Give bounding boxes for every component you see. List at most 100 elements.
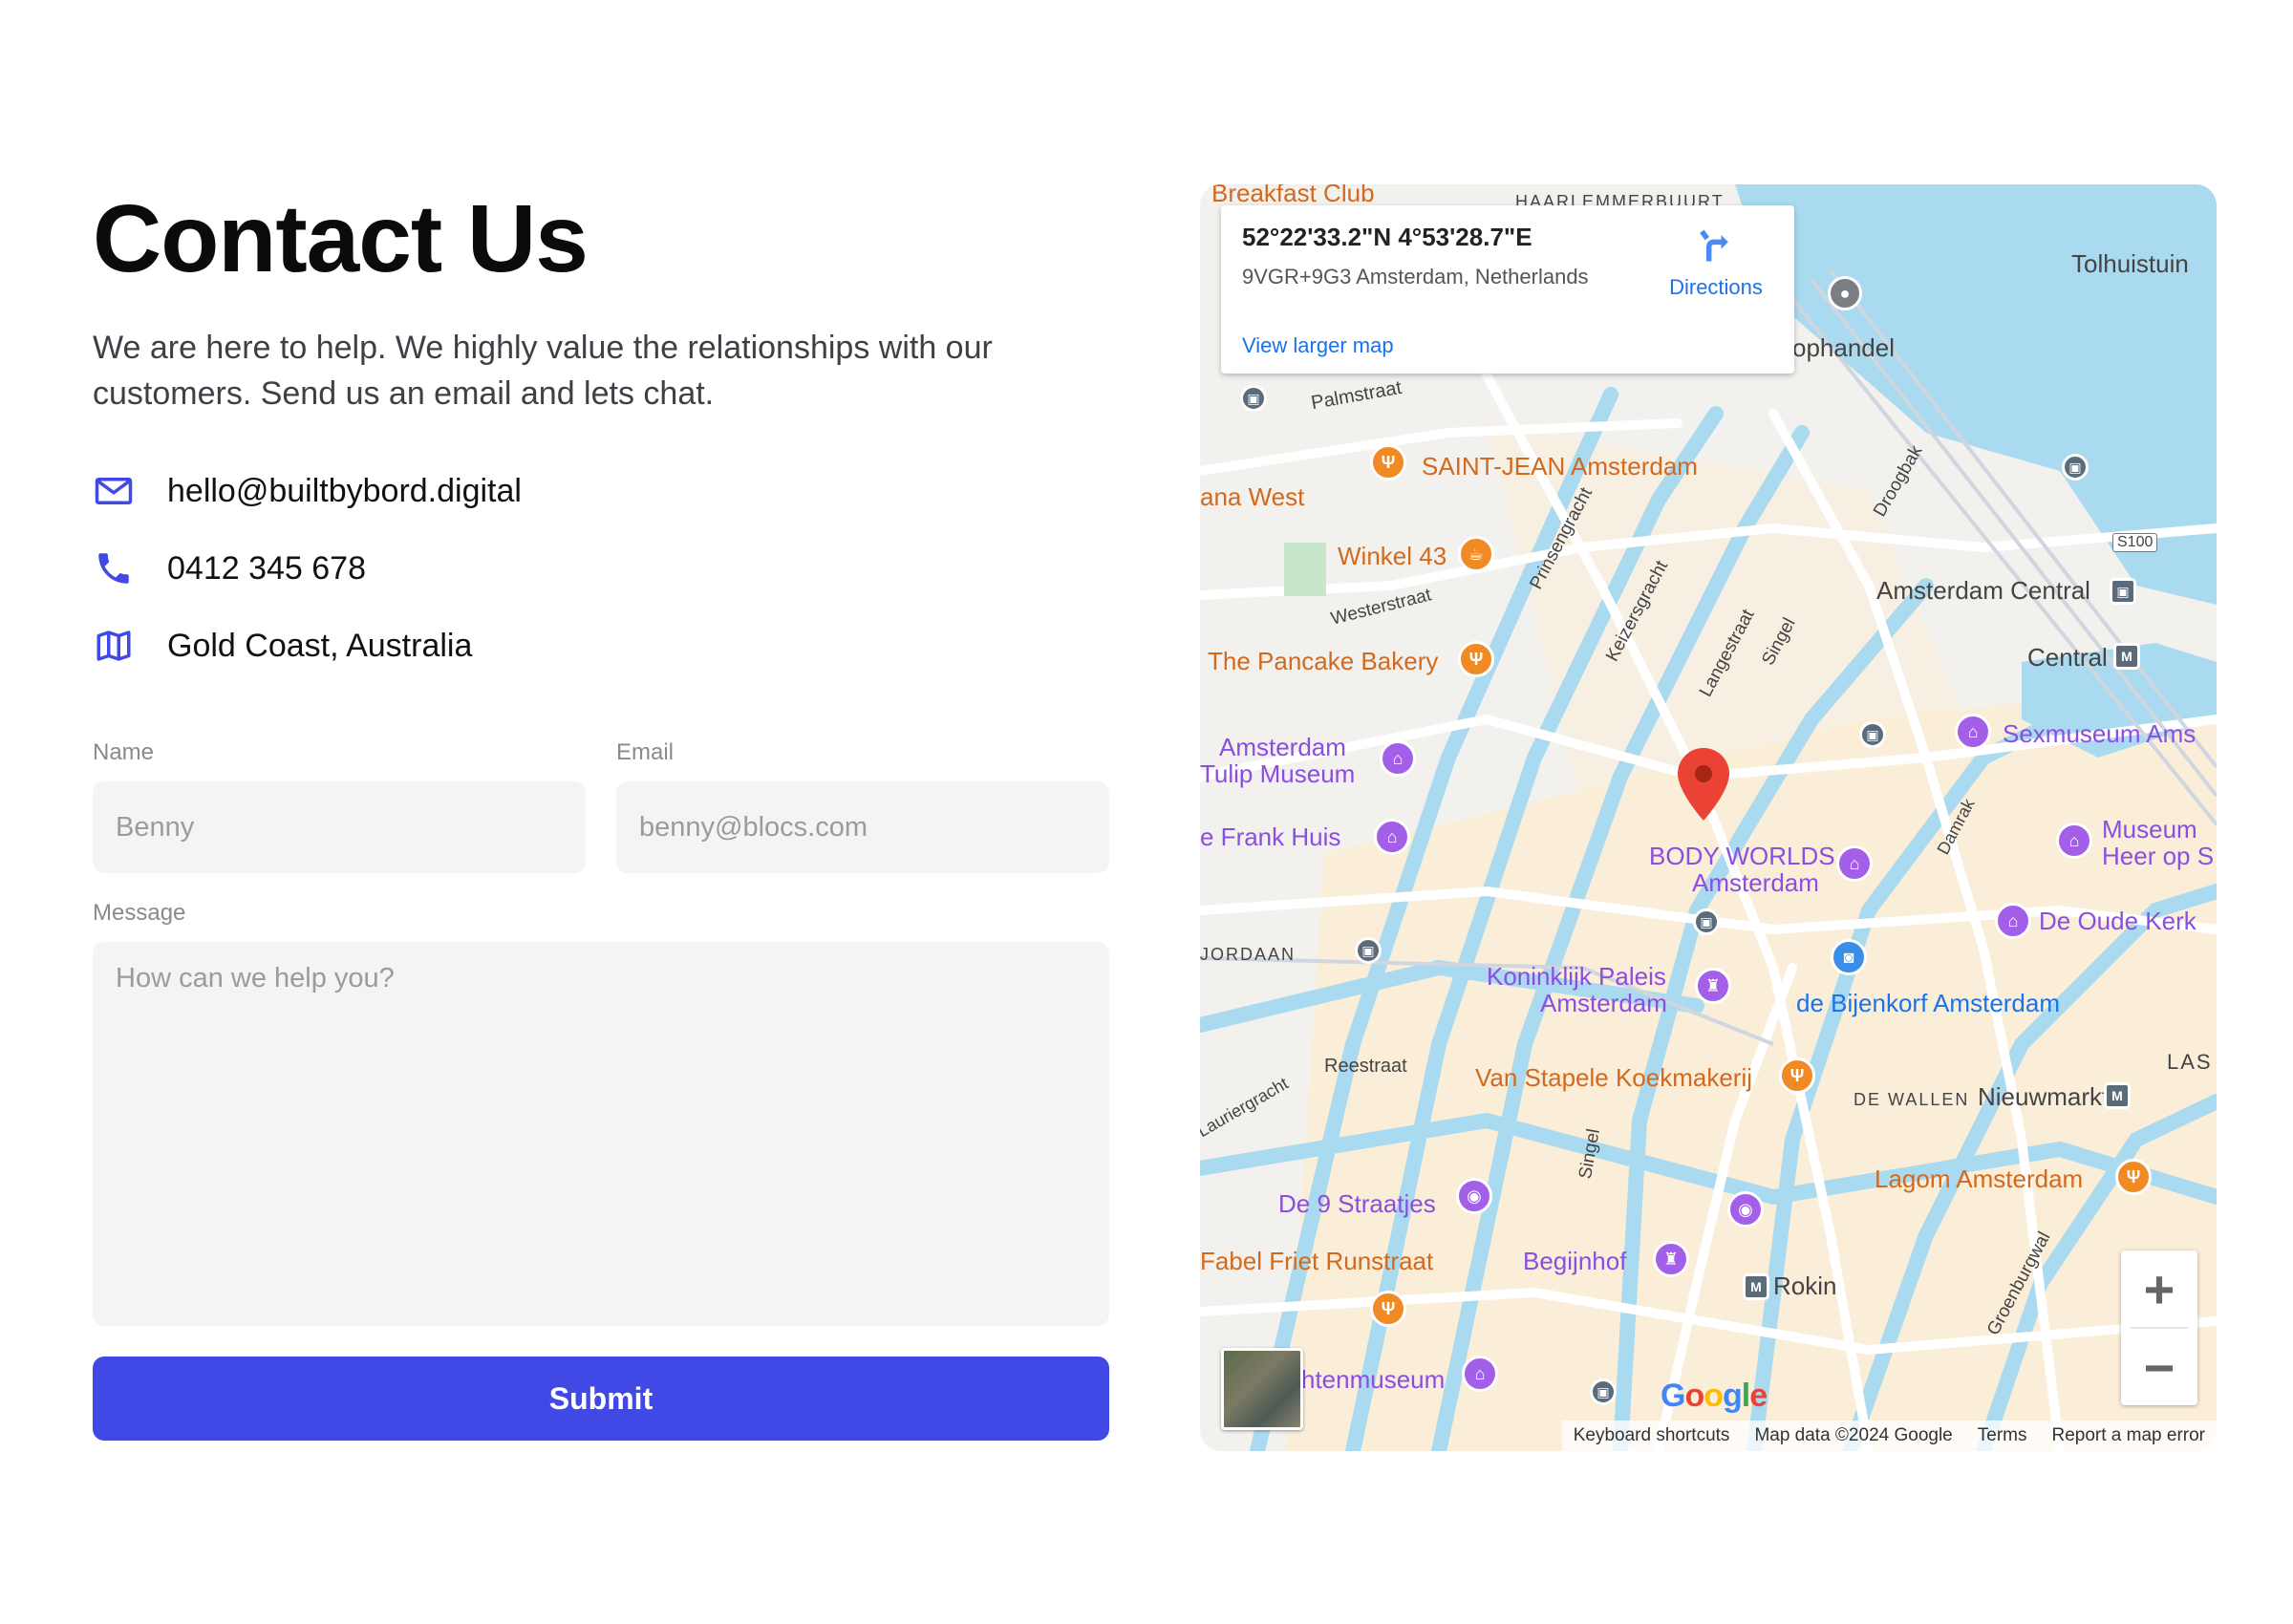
- restaurant-marker-icon[interactable]: Ψ: [1779, 1058, 1815, 1094]
- report-map-error-link[interactable]: Report a map error: [2051, 1425, 2205, 1446]
- museum-marker-icon[interactable]: ⌂: [2056, 823, 2092, 859]
- email-field-group: Email benny@blocs.com: [616, 736, 1109, 873]
- map-label-rokin: Rokin: [1773, 1271, 1837, 1300]
- map-label-kophandel: ophandel: [1792, 333, 1895, 362]
- landmark-marker-icon[interactable]: ♜: [1653, 1241, 1689, 1277]
- message-textarea[interactable]: How can we help you?: [93, 942, 1109, 1326]
- museum-marker-icon[interactable]: ⌂: [1955, 714, 1991, 750]
- map-label-amsterdam-central: Amsterdam Central: [1876, 576, 2090, 605]
- zoom-out-button[interactable]: −: [2121, 1329, 2197, 1405]
- contact-location: Gold Coast, Australia: [93, 625, 1109, 667]
- map-info-card: 52°22'33.2"N 4°53'28.7"E 9VGR+9G3 Amster…: [1221, 205, 1794, 374]
- map-label-bijenkorf: de Bijenkorf Amsterdam: [1796, 989, 2061, 1017]
- map-label-tolhuistuin: Tolhuistuin: [2071, 249, 2189, 278]
- museum-marker-icon[interactable]: ⌂: [1374, 819, 1410, 855]
- landmark-marker-icon[interactable]: ♜: [1695, 968, 1731, 1004]
- directions-label: Directions: [1669, 275, 1763, 299]
- museum-marker-icon[interactable]: ⌂: [1836, 845, 1873, 882]
- message-label: Message: [93, 900, 186, 926]
- directions-button[interactable]: Directions: [1659, 224, 1773, 300]
- contact-intro-section: Contact Us We are here to help. We highl…: [93, 182, 1109, 702]
- restaurant-marker-icon[interactable]: Ψ: [1370, 1291, 1406, 1327]
- zoom-controls: + −: [2121, 1250, 2197, 1405]
- camera-marker-icon[interactable]: ◉: [1456, 1178, 1492, 1214]
- map-label-oude-kerk: De Oude Kerk: [2039, 907, 2197, 935]
- camera-marker-icon[interactable]: ◉: [1727, 1191, 1764, 1228]
- location-marker-icon[interactable]: ●: [1828, 276, 1862, 310]
- metro-icon[interactable]: M: [1743, 1273, 1769, 1300]
- contact-email[interactable]: hello@builtbybord.digital: [93, 470, 1109, 512]
- view-larger-map-link[interactable]: View larger map: [1242, 333, 1394, 358]
- satellite-view-toggle[interactable]: [1221, 1348, 1303, 1430]
- restaurant-marker-icon[interactable]: Ψ: [1458, 641, 1494, 677]
- map-label-central: Central: [2027, 643, 2108, 672]
- map-label-winkel-43: Winkel 43: [1338, 542, 1447, 570]
- transit-marker-icon[interactable]: ▣: [1240, 385, 1267, 412]
- contact-phone-text: 0412 345 678: [167, 549, 366, 587]
- directions-icon: [1700, 229, 1728, 262]
- keyboard-shortcuts-link[interactable]: Keyboard shortcuts: [1574, 1425, 1730, 1446]
- map-label-sexmuseum: Sexmuseum Ams: [2003, 719, 2197, 748]
- map-plus-code: 9VGR+9G3 Amsterdam, Netherlands: [1242, 265, 1589, 288]
- restaurant-marker-icon[interactable]: Ψ: [2115, 1159, 2152, 1195]
- map-icon: [93, 625, 135, 667]
- map-label-lagom: Lagom Amsterdam: [1875, 1165, 2084, 1193]
- map-label-9-straatjes: De 9 Straatjes: [1278, 1189, 1436, 1218]
- map-label-saint-jean: SAINT-JEAN Amsterdam: [1422, 452, 1698, 481]
- train-station-icon[interactable]: ▣: [2110, 578, 2136, 605]
- envelope-icon: [93, 470, 135, 512]
- museum-marker-icon[interactable]: ⌂: [1995, 903, 2031, 939]
- map-label-tulip-museum-line1: Amsterdam: [1219, 733, 1346, 761]
- map-label-museum-heer-line1: Museum: [2102, 815, 2197, 844]
- contact-form: Name Benny Email benny@blocs.com Message…: [93, 736, 1109, 1441]
- contact-email-text: hello@builtbybord.digital: [167, 472, 522, 509]
- map-label-s100: S100: [2112, 533, 2158, 552]
- transit-marker-icon[interactable]: ▣: [1355, 937, 1382, 964]
- phone-icon: [93, 547, 135, 589]
- map-coordinates: 52°22'33.2"N 4°53'28.7"E: [1242, 223, 1532, 251]
- email-label: Email: [616, 739, 675, 765]
- location-pin-icon[interactable]: [1678, 748, 1729, 821]
- map-label-anne-frank-huis: e Frank Huis: [1200, 823, 1341, 851]
- map-label-body-worlds-line1: BODY WORLDS: [1649, 842, 1835, 870]
- intro-text: We are here to help. We highly value the…: [93, 330, 993, 412]
- map-label-begijnhof: Begijnhof: [1523, 1247, 1627, 1275]
- restaurant-marker-icon[interactable]: Ψ: [1370, 444, 1406, 481]
- terms-link[interactable]: Terms: [1978, 1425, 2027, 1446]
- name-field-group: Name Benny: [93, 736, 586, 873]
- map-label-de-wallen: DE WALLEN: [1854, 1090, 1970, 1109]
- transit-marker-icon[interactable]: ▣: [1590, 1378, 1617, 1405]
- transit-marker-icon[interactable]: ▣: [2062, 454, 2089, 481]
- map-data-attribution: Map data ©2024 Google: [1754, 1425, 1953, 1445]
- map-label-nieuwmarkt: Nieuwmarkt: [1978, 1082, 2110, 1111]
- metro-icon[interactable]: M: [2104, 1082, 2131, 1109]
- message-field-group: Message How can we help you?: [93, 896, 1109, 1326]
- contact-phone[interactable]: 0412 345 678: [93, 547, 1109, 589]
- map-label-ana-west: ana West: [1200, 482, 1305, 511]
- museum-marker-icon[interactable]: ⌂: [1462, 1356, 1498, 1392]
- map-label-pancake-bakery: The Pancake Bakery: [1208, 647, 1439, 675]
- map-label-paleis-line1: Koninklijk Paleis: [1487, 962, 1666, 991]
- name-label: Name: [93, 739, 155, 765]
- map-label-body-worlds-line2: Amsterdam: [1692, 868, 1819, 897]
- cafe-marker-icon[interactable]: ☕: [1458, 536, 1494, 572]
- map-label-tulip-museum-line2: Tulip Museum: [1200, 759, 1356, 788]
- transit-marker-icon[interactable]: ▣: [1693, 908, 1720, 935]
- map-label-van-stapele: Van Stapele Koekmakerij: [1475, 1063, 1753, 1092]
- embedded-map[interactable]: Breakfast Club HAARLEMMERBUURT Tolhuistu…: [1200, 184, 2217, 1451]
- zoom-in-button[interactable]: +: [2121, 1250, 2197, 1327]
- map-label-tenmuseum: htenmuseum: [1301, 1365, 1446, 1394]
- map-label-paleis-line2: Amsterdam: [1540, 989, 1667, 1017]
- transit-marker-icon[interactable]: ▣: [1859, 721, 1886, 748]
- name-input[interactable]: Benny: [93, 781, 586, 873]
- submit-button[interactable]: Submit: [93, 1357, 1109, 1441]
- map-label-jordaan: JORDAAN: [1200, 945, 1297, 964]
- museum-marker-icon[interactable]: ⌂: [1380, 740, 1416, 777]
- metro-icon[interactable]: M: [2113, 643, 2140, 670]
- shopping-marker-icon[interactable]: ◙: [1831, 939, 1867, 975]
- google-logo: Google: [1661, 1378, 1768, 1414]
- contact-location-text: Gold Coast, Australia: [167, 627, 473, 664]
- email-input[interactable]: benny@blocs.com: [616, 781, 1109, 873]
- contact-details: hello@builtbybord.digital 0412 345 678 G…: [93, 470, 1109, 667]
- map-label-reestraat: Reestraat: [1324, 1056, 1407, 1077]
